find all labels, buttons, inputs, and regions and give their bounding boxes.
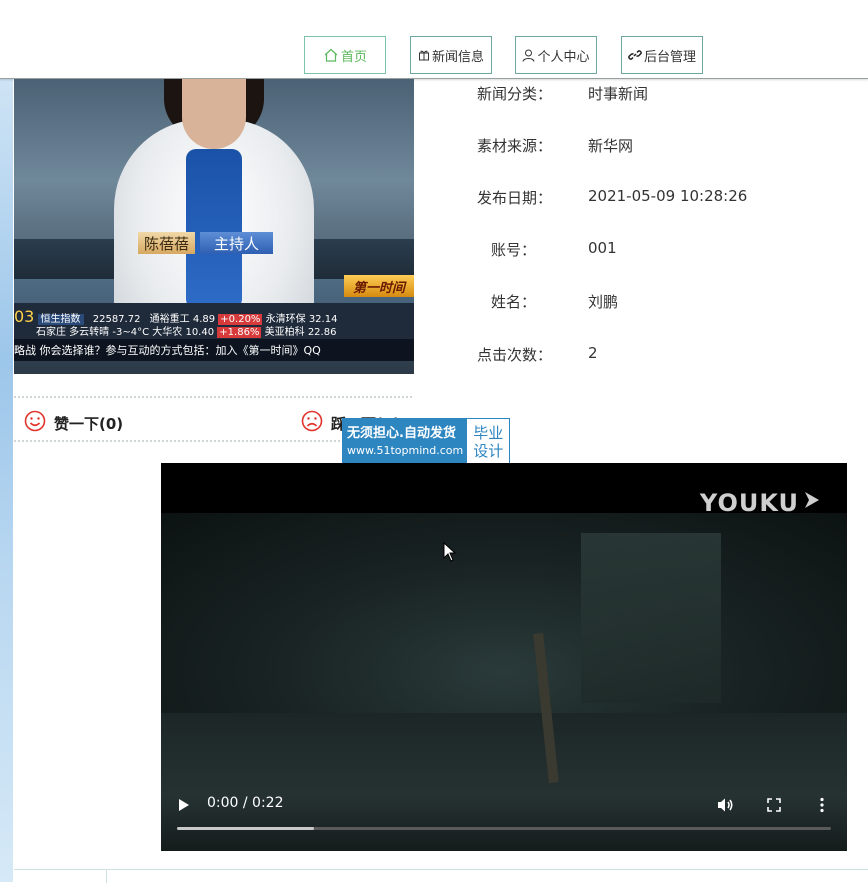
presenter-shirt: [186, 149, 242, 309]
video-time: 0:00 / 0:22: [207, 795, 284, 811]
badge-line-2: www.51topmind.com: [347, 443, 464, 457]
like-button[interactable]: 赞一下(0): [24, 410, 123, 436]
info-value-source: 新华网: [588, 137, 634, 155]
nav-news-label: 新闻信息: [431, 49, 484, 65]
volume-icon[interactable]: [717, 797, 735, 817]
video-controls: 0:00 / 0:22: [161, 791, 847, 851]
more-options-icon[interactable]: [819, 797, 825, 817]
user-icon: [522, 49, 535, 62]
info-value-clicks: 2: [588, 344, 598, 362]
info-label-name: 姓名：: [490, 293, 536, 311]
nav-admin-label: 后台管理: [643, 49, 696, 65]
info-label-source: 素材来源：: [476, 137, 552, 155]
info-label-account: 账号：: [490, 241, 536, 259]
ticker-bottom-line: 略战 你会选择谁？参与互动的方式包括：加入《第一时间》QQ: [14, 339, 414, 361]
presenter-face: [182, 79, 246, 149]
info-label-date: 发布日期：: [476, 189, 552, 207]
nav-news-button[interactable]: 新闻信息: [410, 36, 492, 74]
bottom-table-edge: [14, 869, 868, 883]
youku-label: YOUKU: [699, 489, 799, 517]
top-navigation: 首页 新闻信息 个人中心 后台管理: [0, 0, 868, 79]
like-label: 赞一下(0): [54, 414, 124, 433]
caption-role: 主持人: [200, 232, 274, 254]
home-icon: [323, 48, 339, 62]
info-value-account: 001: [588, 239, 617, 257]
watermark-badge: 无须担心.自动发货 www.51topmind.com 毕业 设计: [342, 418, 511, 465]
gift-icon: [418, 49, 430, 61]
badge-line-1: 无须担心.自动发货: [347, 425, 456, 441]
channel-logo: 第一时间: [344, 275, 414, 297]
youku-arrow-icon: [803, 489, 823, 517]
nav-home-button[interactable]: 首页: [304, 36, 386, 74]
frown-icon: [301, 410, 323, 436]
nav-profile-label: 个人中心: [537, 49, 590, 65]
play-icon[interactable]: [177, 797, 191, 817]
video-player[interactable]: YOUKU 0:00 / 0:22: [161, 463, 847, 851]
video-progress-bar[interactable]: [177, 827, 831, 830]
youku-logo: YOUKU: [700, 489, 823, 517]
caption-name: 陈蓓蓓: [138, 232, 196, 254]
nav-admin-button[interactable]: 后台管理: [621, 36, 703, 74]
badge-right-1: 毕业: [473, 423, 504, 442]
left-decorative-strip: [0, 78, 13, 882]
link-icon: [628, 48, 642, 62]
mouse-cursor-icon: [443, 541, 457, 566]
fullscreen-icon[interactable]: [767, 797, 781, 816]
nav-profile-button[interactable]: 个人中心: [515, 36, 597, 74]
info-label-category: 新闻分类：: [476, 85, 552, 103]
info-label-clicks: 点击次数：: [476, 346, 552, 364]
badge-right-2: 设计: [473, 441, 504, 460]
video-progress-fill: [177, 827, 315, 830]
info-value-date: 2021-05-09 10:28:26: [588, 187, 748, 205]
news-image: 陈蓓蓓 主持人 第一时间 03 恒生指数 22587.72 通裕重工 4.89 …: [14, 79, 414, 374]
nav-home-label: 首页: [340, 49, 367, 65]
smile-icon: [24, 410, 46, 436]
info-value-name: 刘鹏: [588, 293, 619, 311]
info-value-category: 时事新闻: [588, 85, 649, 103]
ticker-row-2: 石家庄 多云转晴 -3~4°C 大华农 10.40 +1.86% 美亚柏科 22…: [36, 327, 337, 338]
video-window: [581, 533, 721, 703]
